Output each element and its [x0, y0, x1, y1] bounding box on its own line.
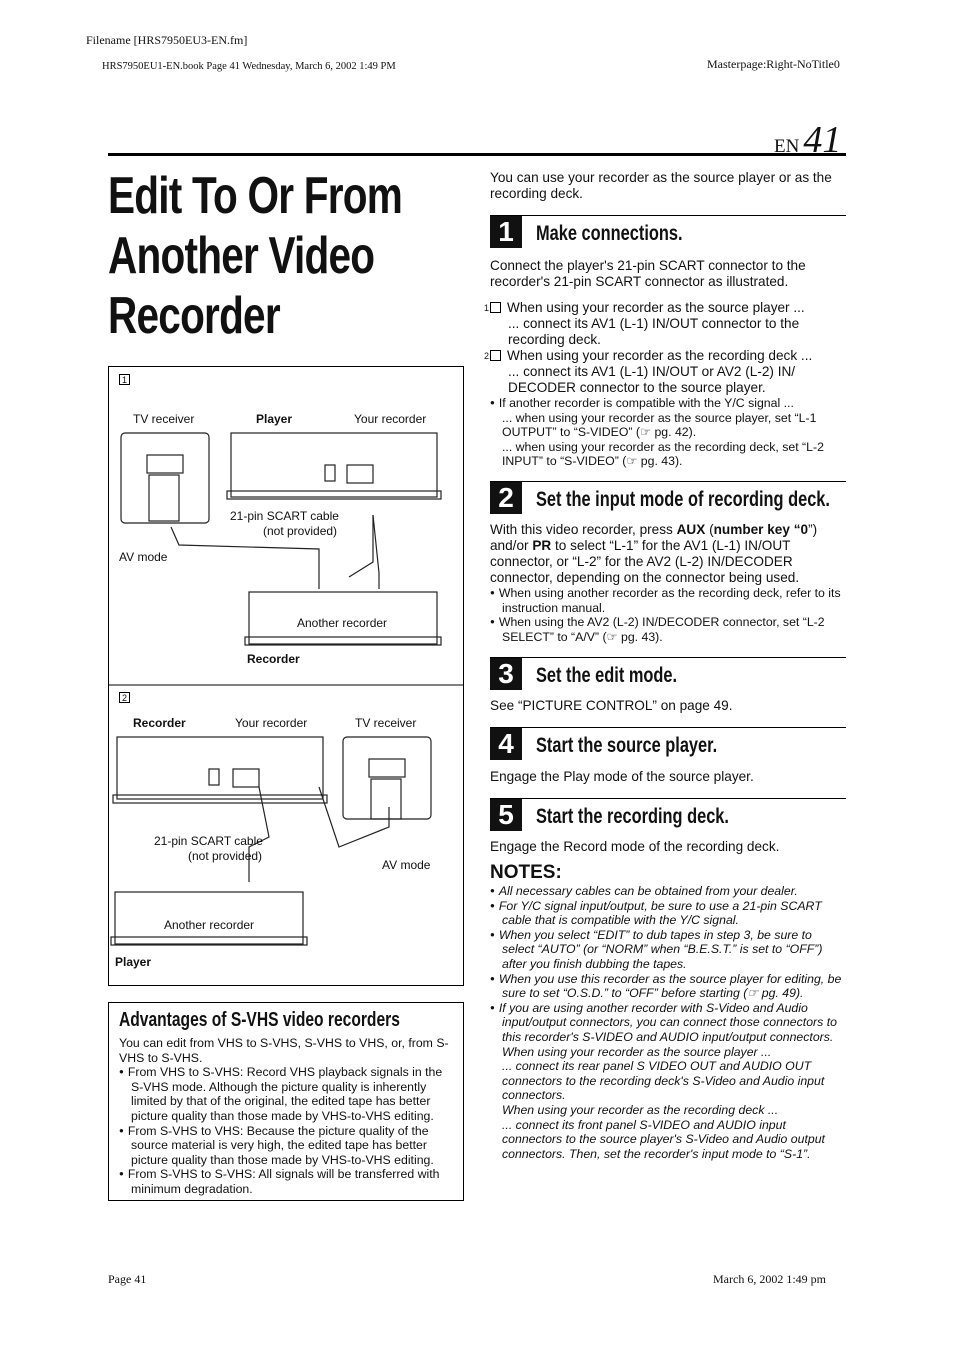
footer-date: March 6, 2002 1:49 pm: [713, 1272, 826, 1286]
step-2-header: 2 Set the input mode of recording deck.: [490, 481, 846, 515]
notes: NOTES: All necessary cables can be obtai…: [490, 862, 846, 1161]
label-av-mode: AV mode: [382, 858, 431, 872]
label-recorder: Recorder: [247, 652, 300, 666]
label-not-provided: (not provided): [188, 849, 263, 863]
label-another-recorder: Another recorder: [164, 918, 255, 932]
label-av-mode: AV mode: [119, 550, 168, 564]
book-info: HRS7950EU1-EN.book Page 41 Wednesday, Ma…: [102, 61, 396, 72]
advantages-bullet: From VHS to S-VHS: Record VHS playback s…: [119, 1065, 453, 1123]
diagram-illustration: [109, 432, 463, 946]
masterpage: Masterpage:Right-NoTitle0: [707, 57, 840, 71]
advantages-bullet: From S-VHS to S-VHS: All signals will be…: [119, 1167, 453, 1196]
step-5-body: Engage the Record mode of the recording …: [490, 839, 780, 854]
filename: Filename [HRS7950EU3-EN.fm]: [86, 33, 248, 47]
step-4-body: Engage the Play mode of the source playe…: [490, 769, 754, 784]
label-your-recorder: Your recorder: [235, 716, 308, 730]
label-another-recorder: Another recorder: [297, 616, 388, 630]
label-cable: 21-pin SCART cable: [154, 834, 263, 848]
step-title: Start the recording deck.: [536, 805, 729, 828]
connection-diagram: 1 TV receiver Player Your recorder 21-pi…: [108, 366, 464, 986]
step-5-header: 5 Start the recording deck.: [490, 798, 846, 832]
step-title: Make connections.: [536, 222, 683, 245]
step-3-header: 3 Set the edit mode.: [490, 657, 846, 691]
step-4-header: 4 Start the source player.: [490, 727, 846, 761]
label-cable: 21-pin SCART cable: [230, 509, 339, 523]
intro-text: You can use your recorder as the source …: [490, 170, 832, 201]
marker-2: 2: [119, 692, 130, 703]
label-your-recorder: Your recorder: [354, 412, 427, 426]
advantages-bullet: From S-VHS to VHS: Because the picture q…: [119, 1124, 453, 1168]
label-tv: TV receiver: [355, 716, 417, 730]
notes-title: NOTES:: [490, 862, 562, 883]
advantages-title: Advantages of S-VHS video recorders: [119, 1009, 400, 1031]
top-rule: [108, 153, 846, 156]
label-tv: TV receiver: [133, 412, 195, 426]
label-player: Player: [115, 955, 152, 969]
step-1-header: 1 Make connections.: [490, 215, 846, 249]
step-2-body: With this video recorder, press AUX (num…: [490, 522, 846, 644]
advantages-intro: You can edit from VHS to S-VHS, S-VHS to…: [119, 1036, 449, 1065]
step-title: Set the input mode of recording deck.: [536, 488, 830, 511]
step-3-body: See “PICTURE CONTROL” on page 49.: [490, 698, 733, 713]
step-1-body: Connect the player's 21-pin SCART connec…: [484, 258, 846, 469]
page-title: Edit To Or From Another Video Recorder: [108, 167, 403, 345]
label-recorder: Recorder: [133, 716, 186, 730]
advantages-box: Advantages of S-VHS video recorders You …: [108, 1002, 464, 1201]
step-title: Set the edit mode.: [536, 664, 678, 687]
step-title: Start the source player.: [536, 734, 718, 757]
marker-1: 1: [119, 374, 130, 385]
label-not-provided: (not provided): [263, 524, 338, 538]
footer-page: Page 41: [108, 1272, 147, 1286]
label-player: Player: [256, 412, 293, 426]
